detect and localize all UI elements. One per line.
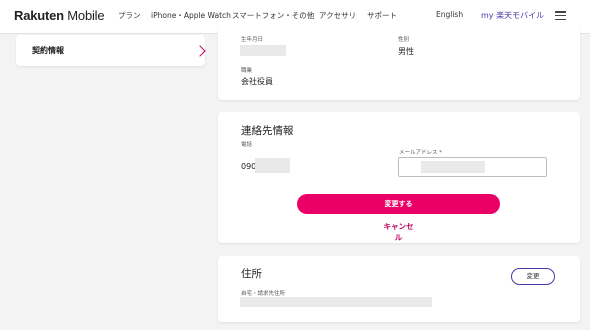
nav-support[interactable]: サポート: [367, 10, 397, 21]
contact-info-title: 連絡先情報: [241, 125, 294, 137]
sidebar-item-label: 契約情報: [32, 46, 64, 55]
nav-plan[interactable]: プラン: [118, 10, 141, 21]
birthdate-value-redacted: [240, 45, 286, 56]
nav-smartphone-other[interactable]: スマートフォン・その他: [232, 10, 314, 21]
gender-value: 男性: [398, 47, 414, 56]
nav-accessories[interactable]: アクセサリ: [319, 10, 356, 21]
address-value-redacted: [240, 297, 432, 307]
phone-value-prefix: 090: [241, 162, 257, 171]
home-billing-address-label: 自宅・請求先住所: [241, 291, 286, 297]
email-label: メールアドレス *: [399, 150, 442, 156]
cancel-link[interactable]: キャンセル: [380, 221, 417, 243]
rakuten-mobile-logo[interactable]: Rakuten Mobile: [14, 8, 105, 23]
email-value-redacted: [421, 161, 485, 173]
submit-change-button[interactable]: 変更する: [297, 194, 500, 214]
sidebar-item-contract-info[interactable]: 契約情報: [16, 35, 206, 66]
gender-label: 性別: [398, 37, 410, 43]
occupation-label: 職業: [241, 68, 253, 74]
chevron-right-icon: [194, 45, 206, 57]
occupation-value: 会社役員: [241, 77, 273, 86]
address-title: 住所: [241, 268, 262, 280]
change-address-button[interactable]: 変更: [511, 268, 555, 285]
birthdate-label: 生年月日: [241, 37, 264, 43]
phone-label: 電話: [241, 142, 253, 148]
nav-iphone-apple-watch[interactable]: iPhone・Apple Watch: [151, 10, 231, 21]
phone-value-redacted: [255, 158, 290, 173]
my-rakuten-mobile-link[interactable]: my 楽天モバイル: [481, 10, 544, 21]
language-link[interactable]: English: [436, 10, 463, 19]
email-field[interactable]: [398, 157, 547, 177]
hamburger-menu-icon[interactable]: [555, 11, 566, 21]
